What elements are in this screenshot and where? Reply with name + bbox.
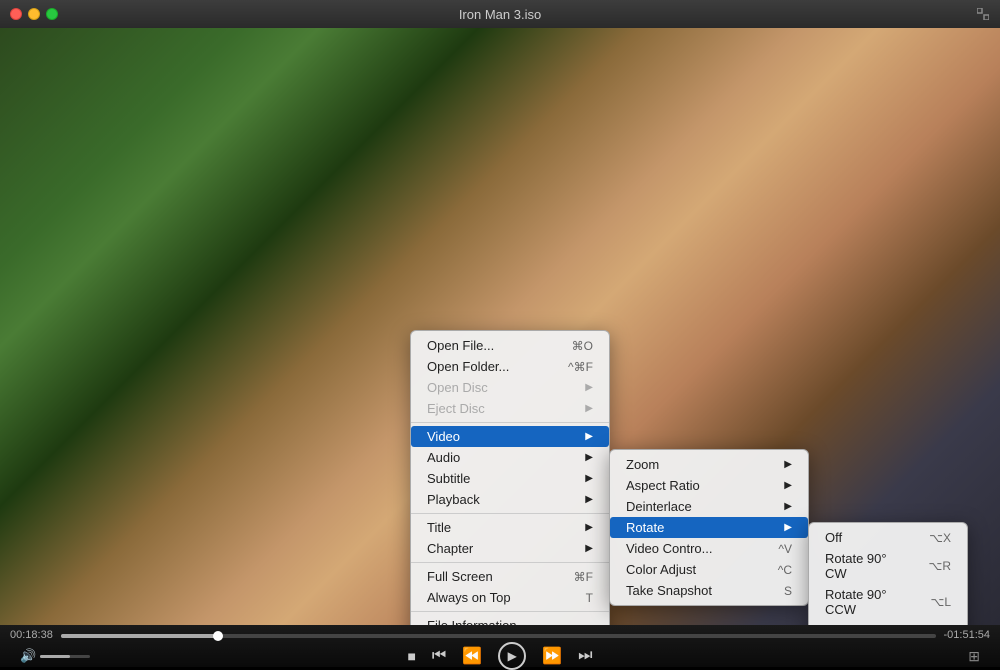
- buttons-row: 🔊 ■ ⏮ ⏪ ▶ ⏩ ⏭ ⊞: [10, 645, 990, 667]
- menu-eject-disc: Eject Disc ▶: [411, 398, 609, 419]
- play-button[interactable]: ▶: [498, 642, 526, 670]
- submenu-take-snapshot[interactable]: Take Snapshot S: [610, 580, 808, 601]
- traffic-lights: [10, 8, 58, 20]
- time-elapsed: 00:18:38: [10, 629, 53, 641]
- submenu-aspect-ratio[interactable]: Aspect Ratio ▶: [610, 475, 808, 496]
- volume-fill: [40, 655, 70, 658]
- main-context-menu: Open File... ⌘O Open Folder... ^⌘F Open …: [410, 330, 610, 625]
- rotate-90ccw[interactable]: Rotate 90° CCW ⌥L: [809, 584, 967, 620]
- rotate-90cw[interactable]: Rotate 90° CW ⌥R: [809, 548, 967, 584]
- title-bar: Iron Man 3.iso: [0, 0, 1000, 28]
- separator-3: [411, 562, 609, 563]
- menu-open-folder[interactable]: Open Folder... ^⌘F: [411, 356, 609, 377]
- volume-icon[interactable]: 🔊: [20, 648, 36, 664]
- context-menu-container: Open File... ⌘O Open Folder... ^⌘F Open …: [410, 330, 610, 625]
- submenu-rotate[interactable]: Rotate ▶: [610, 517, 808, 538]
- grid-icon[interactable]: ⊞: [968, 648, 980, 665]
- minimize-button[interactable]: [28, 8, 40, 20]
- menu-always-on-top[interactable]: Always on Top T: [411, 587, 609, 608]
- time-remaining: -01:51:54: [944, 629, 990, 641]
- progress-row: 00:18:38 -01:51:54: [10, 625, 990, 645]
- menu-playback[interactable]: Playback ▶: [411, 489, 609, 510]
- fullscreen-icon[interactable]: [976, 7, 990, 21]
- menu-chapter[interactable]: Chapter ▶: [411, 538, 609, 559]
- stop-button[interactable]: ■: [407, 648, 415, 664]
- submenu-deinterlace[interactable]: Deinterlace ▶: [610, 496, 808, 517]
- video-area: Open File... ⌘O Open Folder... ^⌘F Open …: [0, 28, 1000, 625]
- prev-chapter-button[interactable]: ⏮: [432, 647, 446, 665]
- menu-subtitle[interactable]: Subtitle ▶: [411, 468, 609, 489]
- submenu-color-adjust[interactable]: Color Adjust ^C: [610, 559, 808, 580]
- separator-1: [411, 422, 609, 423]
- submenu-video-control[interactable]: Video Contro... ^V: [610, 538, 808, 559]
- rewind-button[interactable]: ⏪: [462, 646, 482, 666]
- menu-open-file[interactable]: Open File... ⌘O: [411, 335, 609, 356]
- separator-4: [411, 611, 609, 612]
- window-title: Iron Man 3.iso: [459, 7, 541, 22]
- next-chapter-button[interactable]: ⏭: [578, 647, 592, 665]
- rotate-off[interactable]: Off ⌥X: [809, 527, 967, 548]
- volume-section: 🔊: [20, 648, 90, 664]
- rotate-180[interactable]: Rotate 180° ⌥I: [809, 620, 967, 625]
- menu-title[interactable]: Title ▶: [411, 517, 609, 538]
- separator-2: [411, 513, 609, 514]
- submenu-zoom[interactable]: Zoom ▶: [610, 454, 808, 475]
- close-button[interactable]: [10, 8, 22, 20]
- progress-fill: [61, 634, 218, 638]
- rotate-submenu: Off ⌥X Rotate 90° CW ⌥R Rotate 90° CCW ⌥…: [808, 522, 968, 625]
- volume-track[interactable]: [40, 655, 90, 658]
- video-submenu: Zoom ▶ Aspect Ratio ▶ Deinterlace ▶ Rota…: [609, 449, 809, 606]
- menu-audio[interactable]: Audio ▶: [411, 447, 609, 468]
- progress-track[interactable]: [61, 634, 936, 638]
- menu-fullscreen[interactable]: Full Screen ⌘F: [411, 566, 609, 587]
- fast-forward-button[interactable]: ⏩: [542, 646, 562, 666]
- progress-thumb: [213, 631, 223, 641]
- zoom-button[interactable]: [46, 8, 58, 20]
- menu-file-information[interactable]: File Information...: [411, 615, 609, 625]
- menu-video[interactable]: Video ▶: [411, 426, 609, 447]
- controls-bar: 00:18:38 -01:51:54 🔊 ■ ⏮ ⏪ ▶ ⏩ ⏭ ⊞: [0, 625, 1000, 667]
- menu-open-disc: Open Disc ▶: [411, 377, 609, 398]
